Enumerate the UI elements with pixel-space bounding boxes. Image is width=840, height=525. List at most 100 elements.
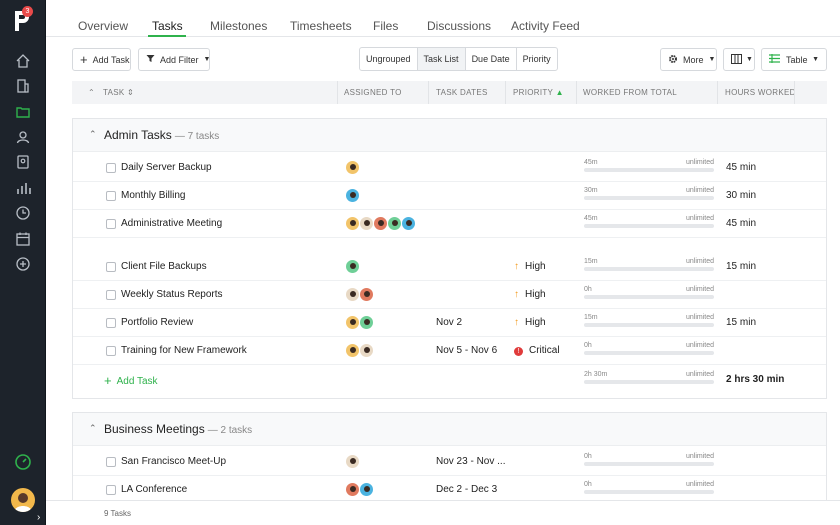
collapse-icon[interactable]: ⌃ — [89, 129, 97, 140]
building-icon[interactable] — [14, 77, 32, 95]
task-checkbox[interactable] — [106, 485, 116, 495]
assignee-avatar[interactable] — [387, 216, 402, 231]
assignee-avatar[interactable] — [345, 343, 360, 358]
user-icon[interactable] — [14, 128, 32, 146]
group-header[interactable]: ⌃ Admin Tasks — 7 tasks — [73, 119, 826, 152]
worked-from-total: 0h unlimited — [584, 342, 714, 355]
assignee-avatar[interactable] — [345, 216, 360, 231]
view-selector[interactable]: Table ▼ — [761, 48, 827, 71]
tab-milestones[interactable]: Milestones — [210, 19, 267, 33]
folder-icon[interactable] — [14, 103, 32, 121]
group-priority[interactable]: Priority — [517, 48, 557, 70]
task-priority[interactable]: ↑ High — [514, 289, 546, 300]
reports-icon[interactable] — [14, 179, 32, 197]
assignee-avatar[interactable] — [345, 188, 360, 203]
add-task-button[interactable]: + Add Task — [72, 48, 131, 71]
task-name[interactable]: Weekly Status Reports — [121, 289, 223, 300]
assignee-avatar[interactable] — [359, 482, 374, 497]
assignee-avatar[interactable] — [359, 216, 374, 231]
task-name[interactable]: Monthly Billing — [121, 190, 185, 201]
assignee-avatar[interactable] — [345, 287, 360, 302]
group-title: Admin Tasks — 7 tasks — [104, 128, 220, 142]
home-icon[interactable] — [14, 52, 32, 70]
task-checkbox[interactable] — [106, 290, 116, 300]
task-priority[interactable]: ! Critical — [514, 345, 560, 356]
user-avatar[interactable] — [11, 488, 35, 512]
task-name[interactable]: Daily Server Backup — [121, 162, 212, 173]
assignee-avatar[interactable] — [345, 482, 360, 497]
columns-button[interactable]: ▼ — [723, 48, 755, 71]
assignee-avatar[interactable] — [345, 315, 360, 330]
collapse-icon[interactable]: ⌃ — [89, 423, 97, 434]
tab-activity-feed[interactable]: Activity Feed — [511, 19, 580, 33]
task-priority[interactable]: ↑ High — [514, 261, 546, 272]
table-row[interactable]: Weekly Status Reports ↑ High 0h unlimited — [73, 281, 826, 309]
assignee-avatar[interactable] — [373, 216, 388, 231]
task-checkbox[interactable] — [106, 262, 116, 272]
assignee-avatar[interactable] — [345, 160, 360, 175]
clock-icon[interactable] — [14, 204, 32, 222]
add-filter-button[interactable]: Add Filter ▼ — [138, 48, 210, 71]
table-row[interactable]: Training for New Framework Nov 5 - Nov 6!… — [73, 337, 826, 365]
alert-icon: ! — [514, 347, 523, 356]
assignee-avatar[interactable] — [359, 287, 374, 302]
task-dates[interactable]: Nov 2 — [436, 317, 462, 328]
collapse-all-icon[interactable]: ⌃ — [88, 81, 95, 104]
group-task-list[interactable]: Task List — [417, 48, 466, 70]
task-name[interactable]: Portfolio Review — [121, 317, 193, 328]
table-row[interactable]: Administrative Meeting 45m unlimited 45 min — [73, 210, 826, 238]
task-name[interactable]: Client File Backups — [121, 261, 207, 272]
chevron-down-icon: ▼ — [708, 56, 716, 63]
task-checkbox[interactable] — [106, 457, 116, 467]
task-dates[interactable]: Dec 2 - Dec 3 — [436, 484, 497, 495]
calendar-icon[interactable] — [14, 230, 32, 248]
column-hours-worked[interactable]: Hours Worked — [725, 81, 796, 104]
assignee-avatar[interactable] — [359, 315, 374, 330]
task-dates[interactable]: Nov 5 - Nov 6 — [436, 345, 497, 356]
assignees — [345, 188, 360, 204]
group-header[interactable]: ⌃ Business Meetings — 2 tasks — [73, 413, 826, 446]
task-name[interactable]: Administrative Meeting — [121, 218, 222, 229]
column-task[interactable]: Task ⇕ — [103, 81, 134, 104]
contacts-icon[interactable] — [14, 153, 32, 171]
column-assigned-to[interactable]: Assigned To — [344, 81, 402, 104]
column-task-dates[interactable]: Task Dates — [436, 81, 488, 104]
expand-sidebar-icon[interactable]: › — [37, 512, 40, 523]
task-checkbox[interactable] — [106, 346, 116, 356]
task-checkbox[interactable] — [106, 191, 116, 201]
worked-from-total: 15m unlimited — [584, 314, 714, 327]
column-worked-from-total[interactable]: Worked From Total — [583, 81, 677, 104]
group-ungrouped[interactable]: Ungrouped — [360, 48, 418, 70]
task-priority[interactable]: ↑ High — [514, 317, 546, 328]
table-row[interactable]: Monthly Billing 30m unlimited 30 min — [73, 182, 826, 210]
task-checkbox[interactable] — [106, 318, 116, 328]
worked-total: 2h 30m unlimited — [584, 371, 714, 384]
table-row[interactable]: Daily Server Backup 45m unlimited 45 min — [73, 154, 826, 182]
assignee-avatar[interactable] — [345, 259, 360, 274]
tab-overview[interactable]: Overview — [78, 19, 128, 33]
app-logo[interactable]: 3 — [12, 6, 34, 33]
tab-timesheets[interactable]: Timesheets — [290, 19, 352, 33]
assignee-avatar[interactable] — [401, 216, 416, 231]
add-circle-icon[interactable] — [14, 255, 32, 273]
group-due-date[interactable]: Due Date — [466, 48, 517, 70]
tab-discussions[interactable]: Discussions — [427, 19, 491, 33]
table-row[interactable]: San Francisco Meet-Up Nov 23 - Nov ... 0h u… — [73, 448, 826, 476]
task-name[interactable]: Training for New Framework — [121, 345, 247, 356]
table-row[interactable]: Portfolio Review Nov 2 ↑ High 15m unlimited 15… — [73, 309, 826, 337]
timer-icon[interactable] — [14, 453, 32, 471]
table-row[interactable]: Client File Backups ↑ High 15m unlimited 15 m… — [73, 253, 826, 281]
task-name[interactable]: San Francisco Meet-Up — [121, 456, 226, 467]
assignee-avatar[interactable] — [359, 343, 374, 358]
column-priority[interactable]: Priority ▲ — [513, 81, 564, 104]
more-button[interactable]: More ▼ — [660, 48, 717, 71]
add-task-link[interactable]: + Add Task — [104, 373, 158, 388]
tab-files[interactable]: Files — [373, 19, 398, 33]
assignee-avatar[interactable] — [345, 454, 360, 469]
tab-tasks[interactable]: Tasks — [152, 19, 183, 33]
task-checkbox[interactable] — [106, 163, 116, 173]
task-name[interactable]: LA Conference — [121, 484, 187, 495]
task-dates[interactable]: Nov 23 - Nov ... — [436, 456, 505, 467]
task-checkbox[interactable] — [106, 219, 116, 229]
hours-worked: 45 min — [726, 218, 757, 229]
